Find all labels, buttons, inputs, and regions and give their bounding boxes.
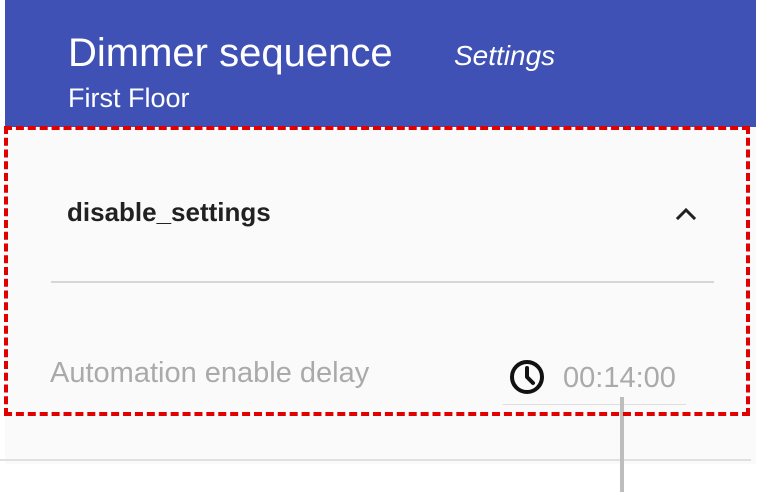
page-title: Dimmer sequence (68, 31, 393, 75)
automation-enable-delay-label: Automation enable delay (50, 357, 370, 389)
bottom-divider (0, 459, 751, 461)
automation-enable-delay-input[interactable]: 00:14:00 (563, 361, 693, 395)
section-divider (51, 281, 714, 283)
section-header-disable-settings[interactable]: disable_settings (5, 189, 756, 241)
settings-panel: disable_settings Automation enable delay… (5, 127, 756, 464)
app-header: Dimmer sequence Settings First Floor (5, 0, 756, 127)
clock-icon[interactable] (507, 357, 547, 397)
page-subtitle: Settings (454, 40, 556, 71)
time-input-underline (503, 404, 686, 405)
cursor-indicator (620, 397, 624, 492)
chevron-up-icon[interactable] (675, 203, 697, 225)
location-label: First Floor (68, 83, 190, 113)
section-title: disable_settings (67, 197, 271, 227)
